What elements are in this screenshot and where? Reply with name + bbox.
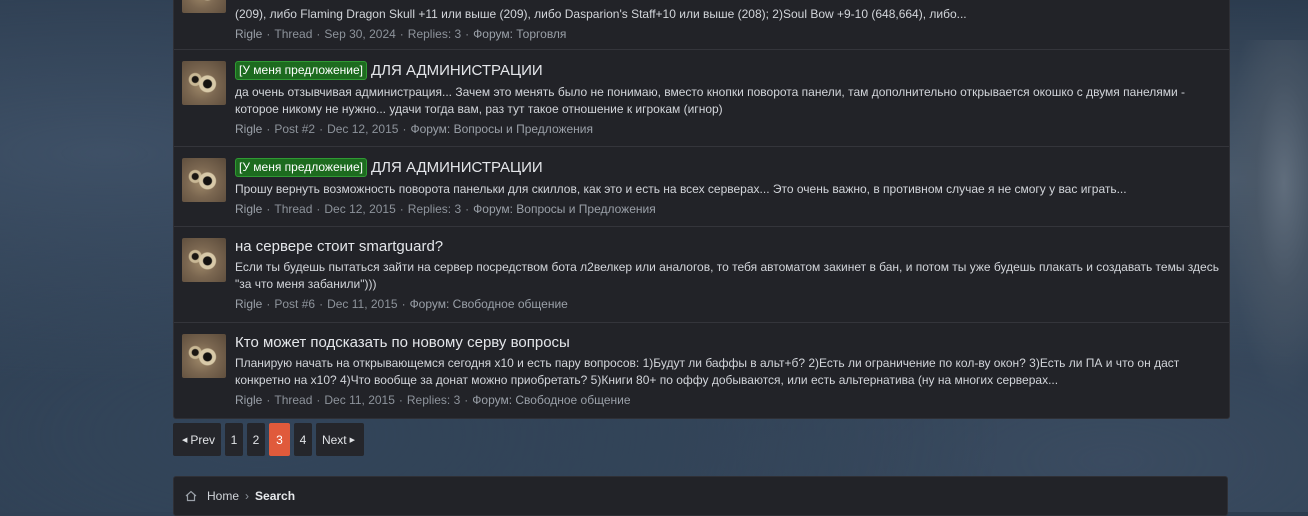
result-author-link[interactable]: Rigle (235, 393, 262, 407)
result-meta: Rigle · Thread · Sep 30, 2024 · Replies: 3 · Фор… (235, 27, 567, 41)
result-snippet: Прошу вернуть возможность поворота панел… (235, 182, 1127, 196)
result-type: Thread (274, 202, 313, 216)
user-avatar[interactable] (182, 158, 226, 202)
result-title-link[interactable]: ДЛЯ АДМИНИСТРАЦИИ (371, 62, 543, 79)
caret-right-icon: ▶ (349, 436, 356, 444)
result-replies: Replies: 3 (407, 27, 462, 41)
result-title-link[interactable]: Кто может подсказать по новому серву воп… (235, 334, 570, 351)
result-snippet: (209), либо Flaming Dragon Skull +11 или… (235, 7, 967, 21)
result-title-link[interactable]: ДЛЯ АДМИНИСТРАЦИИ (371, 159, 543, 176)
thread-prefix-badge[interactable]: [У меня предложение] (235, 158, 367, 177)
result-post-number[interactable]: Post #6 (274, 297, 315, 311)
result-title-link[interactable]: на сервере стоит smartguard? (235, 238, 443, 255)
result-date: Dec 11, 2015 (324, 393, 395, 407)
result-author-link[interactable]: Rigle (235, 297, 262, 311)
result-date: Dec 12, 2015 (327, 122, 399, 136)
result-forum-link[interactable]: Форум: Вопросы и Предложения (473, 202, 656, 216)
user-avatar[interactable] (182, 61, 226, 105)
user-avatar[interactable] (182, 334, 226, 378)
pagination-page-4[interactable]: 4 (294, 423, 312, 456)
search-result-item: Кто может подсказать по новому серву воп… (174, 322, 1229, 418)
result-post-number[interactable]: Post #2 (274, 122, 315, 136)
home-icon[interactable] (185, 490, 197, 502)
pagination-page-1[interactable]: 1 (225, 423, 243, 456)
pagination-next-button[interactable]: Next ▶ (316, 423, 364, 456)
breadcrumb-separator: › (245, 489, 250, 503)
result-forum-link[interactable]: Форум: Свободное общение (410, 297, 568, 311)
pagination-page-2[interactable]: 2 (247, 423, 265, 456)
breadcrumb: Home › Search (173, 476, 1228, 516)
search-result-item: (209), либо Flaming Dragon Skull +11 или… (174, 0, 1229, 49)
pagination-page-3-current[interactable]: 3 (269, 423, 290, 456)
result-date: Dec 11, 2015 (327, 297, 398, 311)
caret-left-icon: ◀ (181, 436, 188, 444)
search-result-item: [У меня предложение] ДЛЯ АДМИНИСТРАЦИИ П… (174, 146, 1229, 226)
result-author-link[interactable]: Rigle (235, 27, 262, 41)
thread-prefix-badge[interactable]: [У меня предложение] (235, 61, 367, 80)
result-meta: Rigle · Post #2 · Dec 12, 2015 · Форум: Вопрос… (235, 122, 594, 136)
result-forum-link[interactable]: Форум: Вопросы и Предложения (410, 122, 593, 136)
result-snippet: Если ты будешь пытаться зайти на сервер … (235, 260, 1219, 291)
result-author-link[interactable]: Rigle (235, 122, 262, 136)
search-results-list: (209), либо Flaming Dragon Skull +11 или… (173, 0, 1230, 419)
result-type: Thread (274, 393, 313, 407)
search-result-item: [У меня предложение] ДЛЯ АДМИНИСТРАЦИИ д… (174, 49, 1229, 146)
result-forum-link[interactable]: Форум: Торговля (473, 27, 566, 41)
result-forum-link[interactable]: Форум: Свободное общение (472, 393, 630, 407)
breadcrumb-home-link[interactable]: Home (207, 489, 239, 503)
result-meta: Rigle · Post #6 · Dec 11, 2015 · Форум: Свобод… (235, 297, 568, 311)
result-replies: Replies: 3 (406, 393, 461, 407)
result-snippet: Планирую начать на открывающемся сегодня… (235, 356, 1180, 387)
search-result-item: на сервере стоит smartguard? Если ты буд… (174, 226, 1229, 322)
result-meta: Rigle · Thread · Dec 11, 2015 · Replies: 3 · Фор… (235, 393, 631, 407)
result-snippet: да очень отзывчивая администрация... Зач… (235, 85, 1185, 116)
breadcrumb-current: Search (255, 489, 296, 503)
result-type: Thread (274, 27, 313, 41)
user-avatar[interactable] (182, 0, 226, 13)
background-decoration (1228, 40, 1308, 400)
pagination: ◀ Prev 1 2 3 4 Next ▶ (173, 423, 364, 456)
result-date: Dec 12, 2015 (324, 202, 396, 216)
result-replies: Replies: 3 (407, 202, 462, 216)
user-avatar[interactable] (182, 238, 226, 282)
pagination-prev-button[interactable]: ◀ Prev (173, 423, 221, 456)
result-meta: Rigle · Thread · Dec 12, 2015 · Replies: 3 · Фор… (235, 202, 656, 216)
result-author-link[interactable]: Rigle (235, 202, 262, 216)
result-date: Sep 30, 2024 (324, 27, 396, 41)
